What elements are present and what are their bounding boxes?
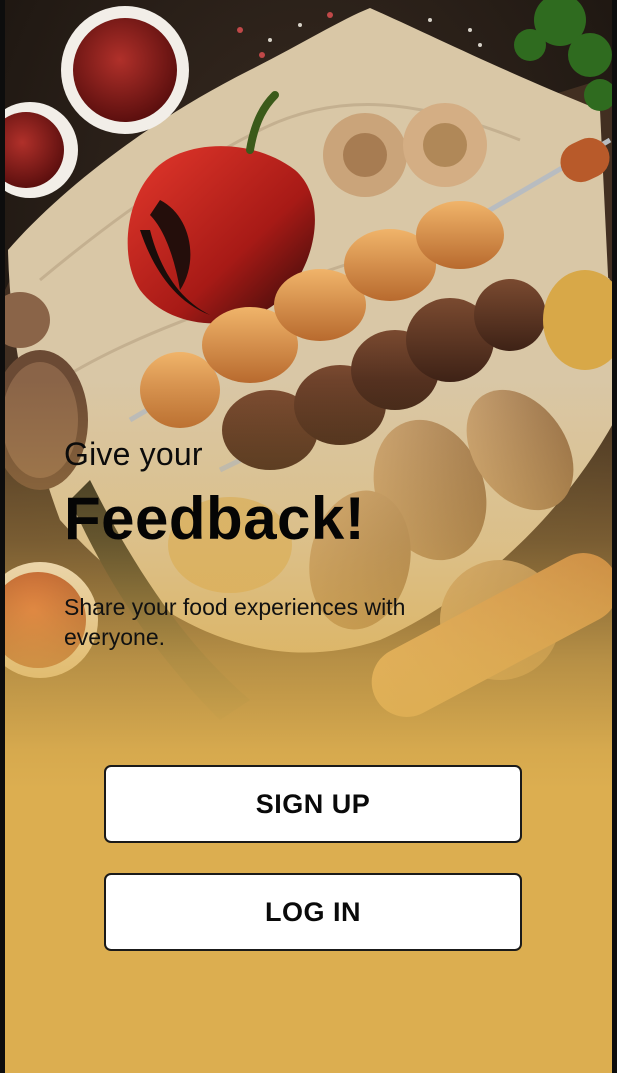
hero-tagline: Share your food experiences with everyon… [64, 594, 406, 650]
welcome-screen: Give your Feedback! Share your food expe… [0, 0, 617, 1073]
screen-edge-left [0, 0, 5, 1073]
screen-edge-right [612, 0, 617, 1073]
hero-headline: Feedback! [64, 485, 366, 552]
log-in-button[interactable]: LOG IN [104, 873, 522, 951]
hero-eyebrow: Give your [64, 436, 203, 472]
sign-up-button[interactable]: SIGN UP [104, 765, 522, 843]
